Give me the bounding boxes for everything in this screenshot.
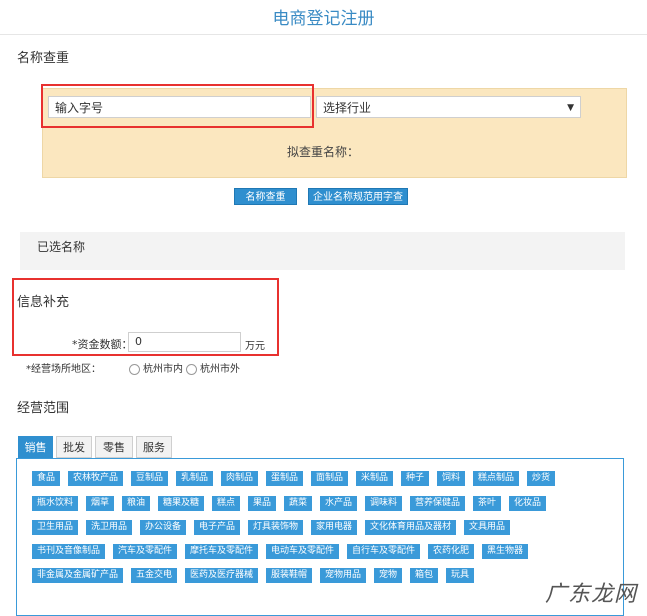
scope-chip[interactable]: 瓶水饮料 <box>32 496 78 511</box>
scope-chip[interactable]: 医药及医疗器械 <box>185 568 258 583</box>
scope-chip[interactable]: 饲料 <box>437 471 465 486</box>
scope-chip[interactable]: 米制品 <box>356 471 393 486</box>
tab-sales[interactable]: 销售 <box>18 436 53 458</box>
scope-chip[interactable]: 自行车及零配件 <box>347 544 420 559</box>
scope-chip[interactable]: 农林牧产品 <box>68 471 123 486</box>
scope-chip[interactable]: 糕点 <box>212 496 240 511</box>
scope-chip[interactable]: 洗卫用品 <box>86 520 132 535</box>
scope-chip[interactable]: 农药化肥 <box>428 544 474 559</box>
chevron-down-icon: ▼ <box>567 103 574 113</box>
scope-chip[interactable]: 灯具装饰物 <box>248 520 303 535</box>
capital-amount-input[interactable]: 0 <box>128 332 241 352</box>
industry-select[interactable]: 选择行业 ▼ <box>316 96 581 118</box>
scope-chip[interactable]: 食品 <box>32 471 60 486</box>
scope-chip[interactable]: 果品 <box>248 496 276 511</box>
tab-retail[interactable]: 零售 <box>95 436 133 458</box>
scope-chip[interactable]: 炒货 <box>527 471 555 486</box>
scope-chip[interactable]: 服装鞋帽 <box>266 568 312 583</box>
scope-chip[interactable]: 粮油 <box>122 496 150 511</box>
name-check-section-label: 名称查重 <box>17 51 70 66</box>
capital-unit: 万元 <box>245 341 265 352</box>
scope-chip[interactable]: 调味料 <box>365 496 402 511</box>
highlight-box-name-input <box>41 84 314 128</box>
page-title: 电商登记注册 <box>272 9 375 29</box>
scope-chip[interactable]: 糕点制品 <box>473 471 519 486</box>
radio-icon <box>129 363 140 375</box>
scope-chip[interactable]: 电子产品 <box>194 520 240 535</box>
area-option-outside[interactable]: 杭州市外 <box>186 360 240 375</box>
title-divider <box>0 34 647 35</box>
scope-chip[interactable]: 营养保健品 <box>410 496 465 511</box>
industry-select-value: 选择行业 <box>323 101 372 115</box>
scope-chip[interactable]: 文具用品 <box>464 520 510 535</box>
name-rules-query-button[interactable]: 企业名称规范用字查询 <box>308 188 408 220</box>
name-check-button[interactable]: 名称查重 <box>234 188 297 205</box>
scope-chip[interactable]: 化妆品 <box>509 496 546 511</box>
scope-chip[interactable]: 种子 <box>401 471 429 486</box>
scope-chip[interactable]: 黑生物器 <box>482 544 528 559</box>
scope-chip[interactable]: 文化体育用品及器材 <box>365 520 456 535</box>
tab-wholesale[interactable]: 批发 <box>56 436 92 458</box>
capital-label: *资金数额： <box>72 338 133 351</box>
scope-tabs: 销售 批发 零售 服务 <box>16 436 624 460</box>
scope-chip[interactable]: 乳制品 <box>176 471 213 486</box>
scope-chip[interactable]: 面制品 <box>311 471 348 486</box>
scope-chip[interactable]: 烟草 <box>86 496 114 511</box>
scope-chip[interactable]: 非金属及金属矿产品 <box>32 568 123 583</box>
scope-chip[interactable]: 五金交电 <box>131 568 177 583</box>
scope-chip[interactable]: 蔬菜 <box>284 496 312 511</box>
scope-chip[interactable]: 肉制品 <box>221 471 258 486</box>
scope-chip[interactable]: 电动车及零配件 <box>266 544 339 559</box>
selected-name-bar <box>20 232 625 270</box>
scope-section-label: 经营范围 <box>17 401 70 416</box>
scope-chip[interactable]: 箱包 <box>410 568 438 583</box>
watermark: 广东龙网 <box>544 582 637 607</box>
scope-chip[interactable]: 玩具 <box>446 568 474 583</box>
scope-chip[interactable]: 摩托车及零配件 <box>185 544 258 559</box>
area-option-inside[interactable]: 杭州市内 <box>129 360 183 375</box>
proposed-name-label: 拟查重名称： <box>287 145 360 159</box>
tab-service[interactable]: 服务 <box>136 436 172 458</box>
scope-chip[interactable]: 卫生用品 <box>32 520 78 535</box>
scope-chip[interactable]: 汽车及零配件 <box>113 544 177 559</box>
scope-chip[interactable]: 水产品 <box>320 496 357 511</box>
scope-chip[interactable]: 宠物 <box>374 568 402 583</box>
scope-chip[interactable]: 蛋制品 <box>266 471 303 486</box>
scope-chip[interactable]: 宠物用品 <box>320 568 366 583</box>
radio-icon <box>186 363 197 375</box>
scope-chip[interactable]: 豆制品 <box>131 471 168 486</box>
scope-chip[interactable]: 糖果及糖 <box>158 496 204 511</box>
scope-chip[interactable]: 办公设备 <box>140 520 186 535</box>
scope-chip[interactable]: 家用电器 <box>311 520 357 535</box>
scope-chip[interactable]: 书刊及音像制品 <box>32 544 105 559</box>
selected-name-label: 已选名称 <box>37 240 86 254</box>
scope-chip[interactable]: 茶叶 <box>473 496 501 511</box>
area-label: *经营场所地区： <box>26 364 101 375</box>
